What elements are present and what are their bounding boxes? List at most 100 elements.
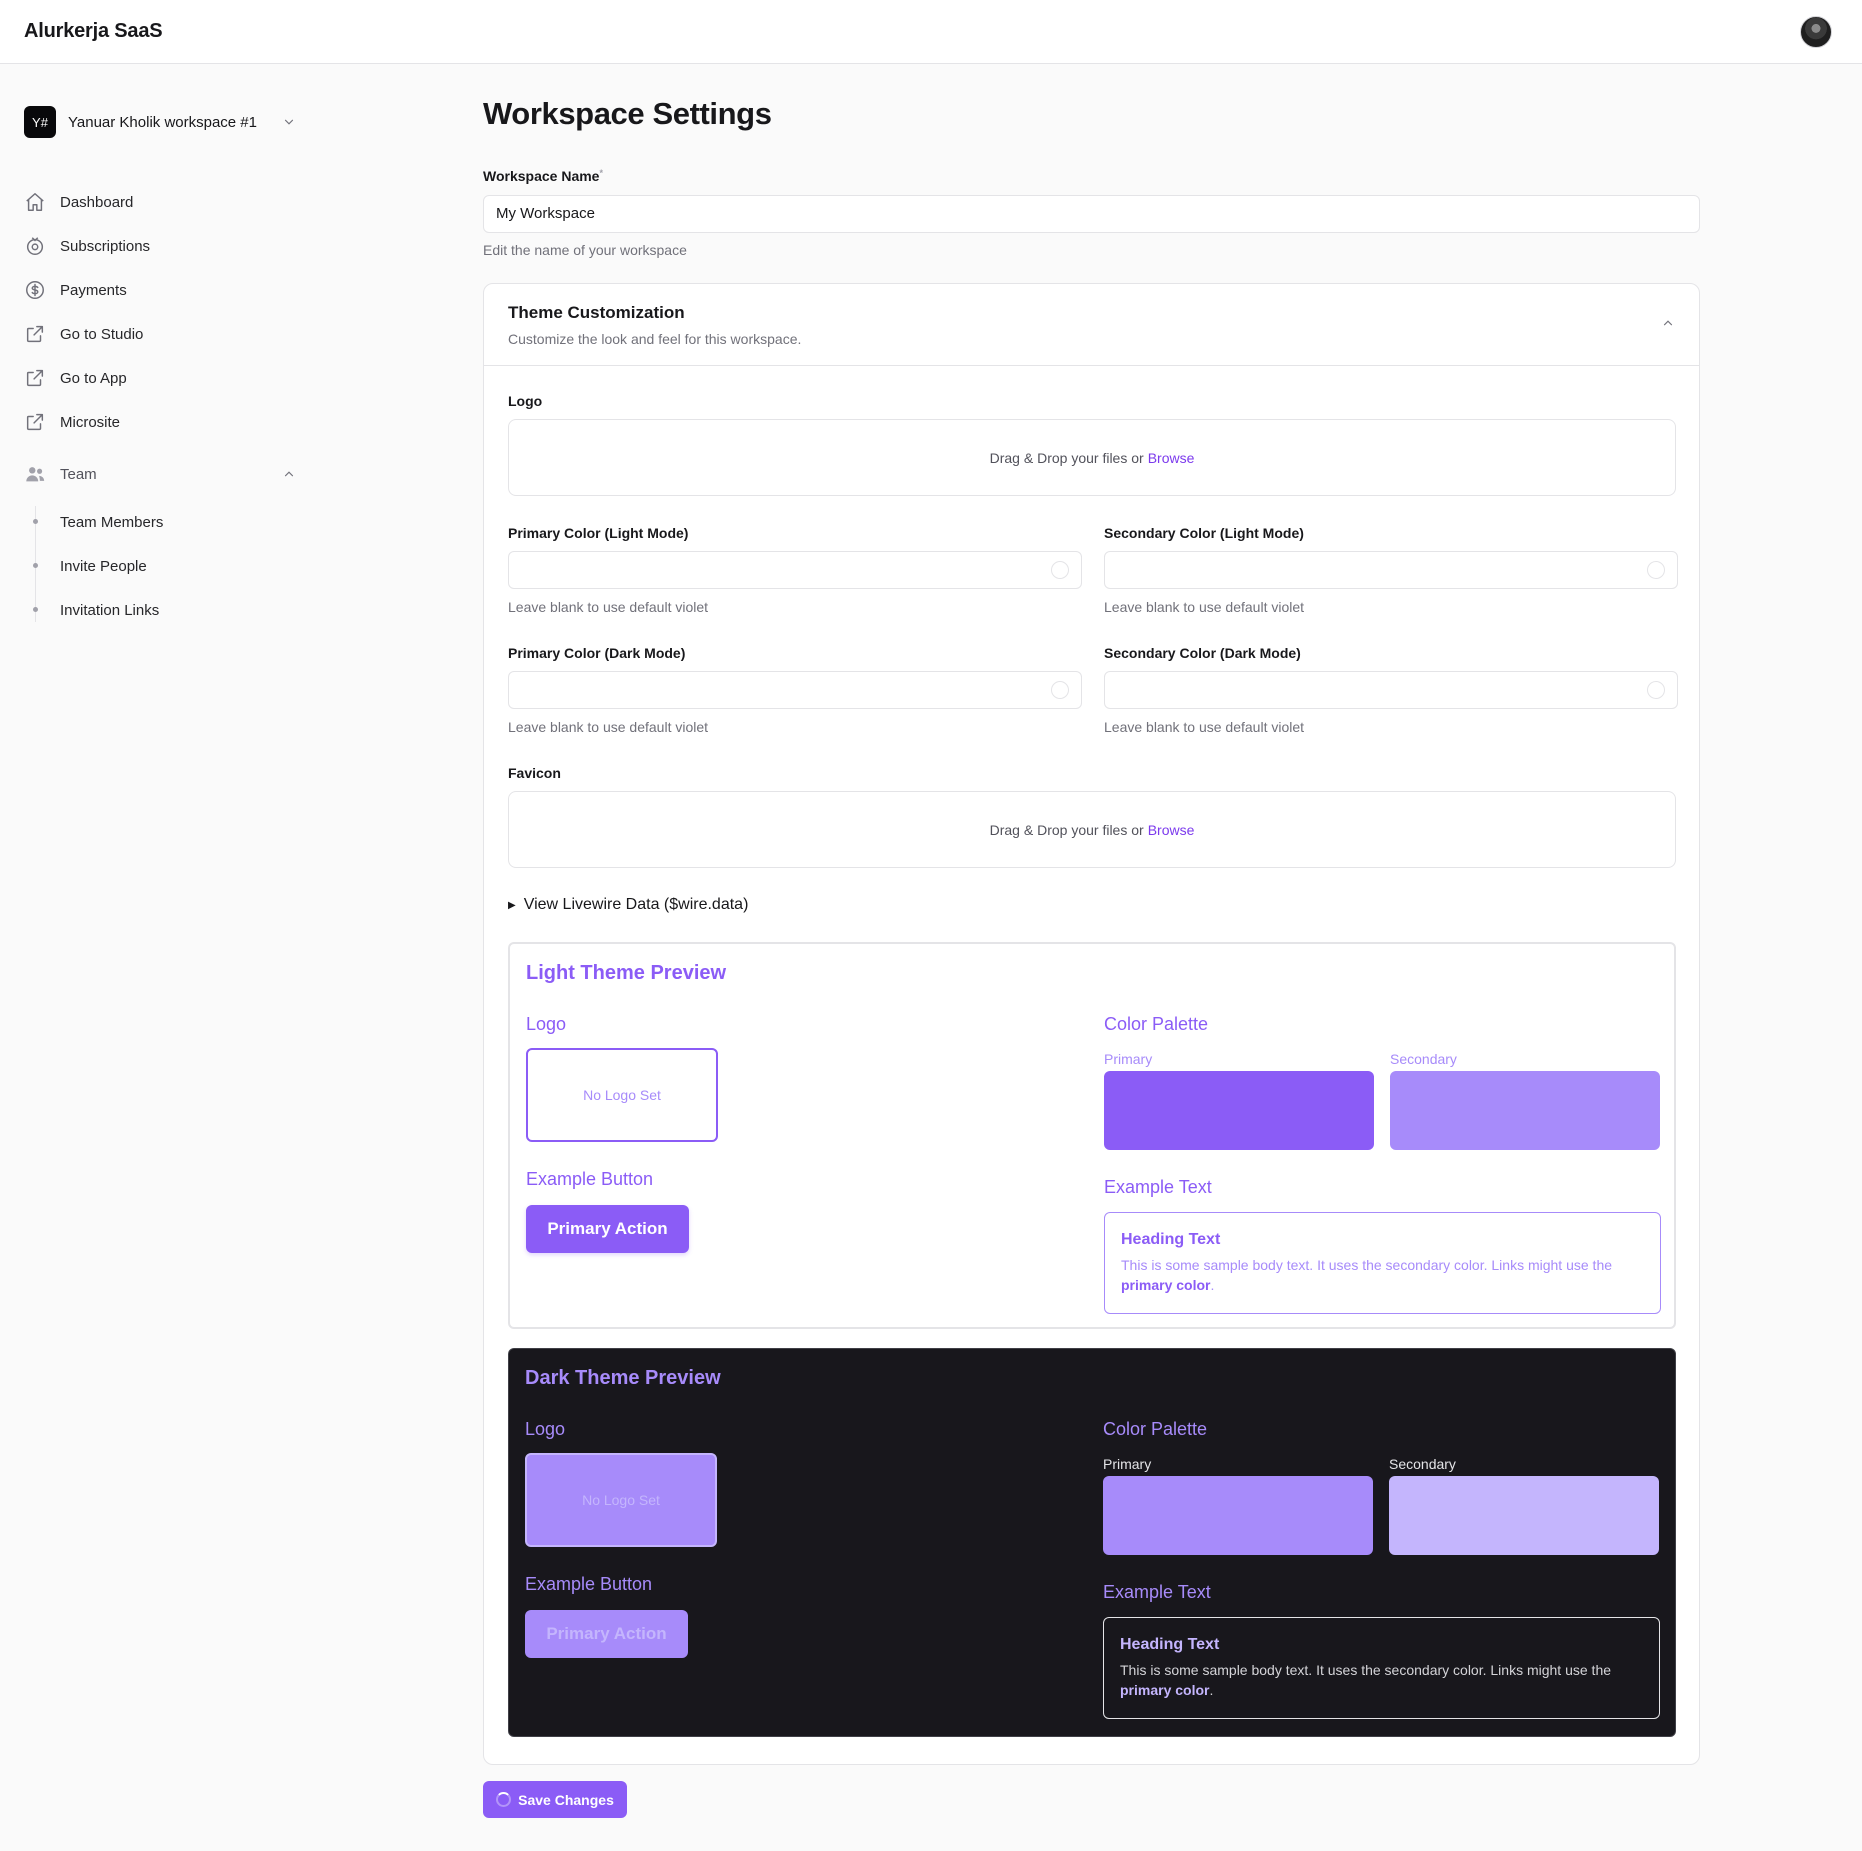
sample-heading: Heading Text [1121, 1231, 1221, 1248]
favicon-dropzone[interactable]: Drag & Drop your files or Browse [508, 791, 1676, 868]
bullet-dot [33, 607, 38, 612]
sidebar: Y# Yanuar Kholik workspace #1 Dashboard … [0, 64, 310, 1851]
sidebar-group-team: Team Team Members Invite People Invitati… [24, 458, 296, 632]
color-swatch[interactable] [1647, 561, 1665, 579]
save-changes-label: Save Changes [518, 1791, 614, 1808]
preview-text-heading: Example Text [1103, 1582, 1211, 1602]
dark-theme-preview: Dark Theme Preview Logo No Logo Set Exam… [508, 1348, 1676, 1737]
sidebar-item-invite-people[interactable]: Invite People [24, 544, 296, 588]
brand-name[interactable]: Alurkerja SaaS [24, 20, 163, 43]
sidebar-item-label: Go to Studio [60, 325, 144, 343]
primary-light-color-input[interactable] [508, 551, 1082, 589]
palette-secondary-swatch [1390, 1071, 1660, 1150]
palette-secondary-swatch [1389, 1476, 1659, 1555]
preview-button-heading: Example Button [526, 1169, 654, 1189]
sidebar-item-go-to-studio[interactable]: Go to Studio [24, 312, 296, 356]
sidebar-item-label: Go to App [60, 369, 127, 387]
preview-logo-heading: Logo [525, 1419, 566, 1439]
sidebar-item-team-members[interactable]: Team Members [24, 500, 296, 544]
light-theme-preview: Light Theme Preview Logo No Logo Set Exa… [508, 942, 1676, 1329]
palette-primary-swatch [1104, 1071, 1374, 1150]
palette-primary-swatch [1103, 1476, 1373, 1555]
preview-text-box: Heading Text This is some sample body te… [1104, 1212, 1661, 1314]
palette-secondary-label: Secondary [1389, 1456, 1456, 1472]
preview-logo-heading: Logo [526, 1014, 567, 1034]
sidebar-item-label: Microsite [60, 413, 121, 431]
color-swatch[interactable] [1647, 681, 1665, 699]
sidebar-item-subscriptions[interactable]: Subscriptions [24, 224, 296, 268]
favicon-label: Favicon [508, 765, 561, 781]
team-group-label: Team [60, 465, 97, 483]
theme-card-title: Theme Customization [508, 303, 685, 322]
user-avatar[interactable] [1800, 16, 1832, 48]
preview-primary-button[interactable]: Primary Action [526, 1205, 689, 1253]
primary-dark-color-input[interactable] [508, 671, 1082, 709]
sample-heading: Heading Text [1120, 1636, 1220, 1653]
chevron-down-icon [284, 119, 294, 125]
disclosure-triangle-icon: ▶ [508, 899, 516, 911]
sidebar-item-microsite[interactable]: Microsite [24, 400, 296, 444]
sample-body-end: . [1210, 1277, 1215, 1293]
secondary-light-color-input[interactable] [1104, 551, 1678, 589]
workspace-name-label: Workspace Name* [483, 168, 603, 184]
page-title: Workspace Settings [483, 96, 772, 131]
external-link-icon [26, 325, 44, 343]
dropzone-text: Drag & Drop your files or [989, 449, 1144, 466]
preview-palette-heading: Color Palette [1104, 1014, 1209, 1034]
sidebar-item-label: Payments [60, 281, 127, 299]
bullet-dot [33, 519, 38, 524]
sidebar-item-dashboard[interactable]: Dashboard [24, 180, 296, 224]
theme-card-subtitle: Customize the look and feel for this wor… [508, 331, 802, 347]
browse-link[interactable]: Browse [1148, 822, 1195, 838]
team-subnav: Team Members Invite People Invitation Li… [24, 500, 296, 632]
sample-body: This is some sample body text. It uses t… [1121, 1255, 1644, 1295]
secondary-dark-color-input[interactable] [1104, 671, 1678, 709]
palette-primary-label: Primary [1104, 1051, 1153, 1067]
workspace-name-label-text: Workspace Name [483, 168, 600, 184]
color-swatch[interactable] [1051, 561, 1069, 579]
preview-logo-placeholder: No Logo Set [525, 1453, 717, 1547]
sidebar-item-invitation-links[interactable]: Invitation Links [24, 588, 296, 632]
home-icon [26, 193, 44, 211]
theme-customization-card: Theme Customization Customize the look a… [483, 283, 1700, 1765]
sidebar-item-payments[interactable]: Payments [24, 268, 296, 312]
dollar-circle-icon [26, 281, 44, 299]
primary-dark-label: Primary Color (Dark Mode) [508, 645, 686, 661]
sample-link[interactable]: primary color [1120, 1682, 1209, 1698]
workspace-switcher[interactable]: Y# Yanuar Kholik workspace #1 [24, 104, 296, 140]
theme-card-header[interactable]: Theme Customization Customize the look a… [484, 284, 1699, 366]
sample-link[interactable]: primary color [1121, 1277, 1210, 1293]
sample-body-end: . [1209, 1682, 1214, 1698]
browse-link[interactable]: Browse [1148, 450, 1195, 466]
sidebar-item-label: Dashboard [60, 193, 134, 211]
palette-primary-label: Primary [1103, 1456, 1152, 1472]
workspace-name-input[interactable]: My Workspace [483, 195, 1700, 233]
chevron-up-icon[interactable] [1661, 316, 1675, 330]
sidebar-item-go-to-app[interactable]: Go to App [24, 356, 296, 400]
primary-light-hint: Leave blank to use default violet [508, 599, 709, 615]
livewire-data-toggle[interactable]: ▶ View Livewire Data ($wire.data) [508, 896, 748, 914]
color-swatch[interactable] [1051, 681, 1069, 699]
sidebar-item-label: Invitation Links [60, 601, 160, 619]
workspace-name: Yanuar Kholik workspace #1 [68, 113, 257, 131]
sidebar-nav: Dashboard Subscriptions Payments Go to S… [24, 180, 296, 444]
workspace-badge: Y# [24, 106, 56, 138]
spinner-icon [496, 1792, 512, 1807]
primary-light-label: Primary Color (Light Mode) [508, 525, 689, 541]
dropzone-text: Drag & Drop your files or [989, 821, 1144, 838]
chevron-up-icon [284, 471, 294, 477]
users-icon [26, 467, 45, 482]
workspace-name-hint: Edit the name of your workspace [483, 242, 687, 258]
required-mark: * [599, 168, 603, 178]
sample-body: This is some sample body text. It uses t… [1120, 1660, 1643, 1700]
primary-dark-hint: Leave blank to use default violet [508, 719, 709, 735]
palette-secondary-label: Secondary [1390, 1051, 1457, 1067]
team-group-toggle[interactable]: Team [24, 458, 296, 490]
livewire-data-label: View Livewire Data ($wire.data) [523, 896, 749, 913]
logo-dropzone[interactable]: Drag & Drop your files or Browse [508, 419, 1676, 496]
preview-text-box: Heading Text This is some sample body te… [1103, 1617, 1660, 1719]
secondary-light-label: Secondary Color (Light Mode) [1104, 525, 1304, 541]
preview-primary-button[interactable]: Primary Action [525, 1610, 688, 1658]
subscriptions-icon [26, 237, 44, 255]
save-changes-button[interactable]: Save Changes [483, 1781, 627, 1818]
